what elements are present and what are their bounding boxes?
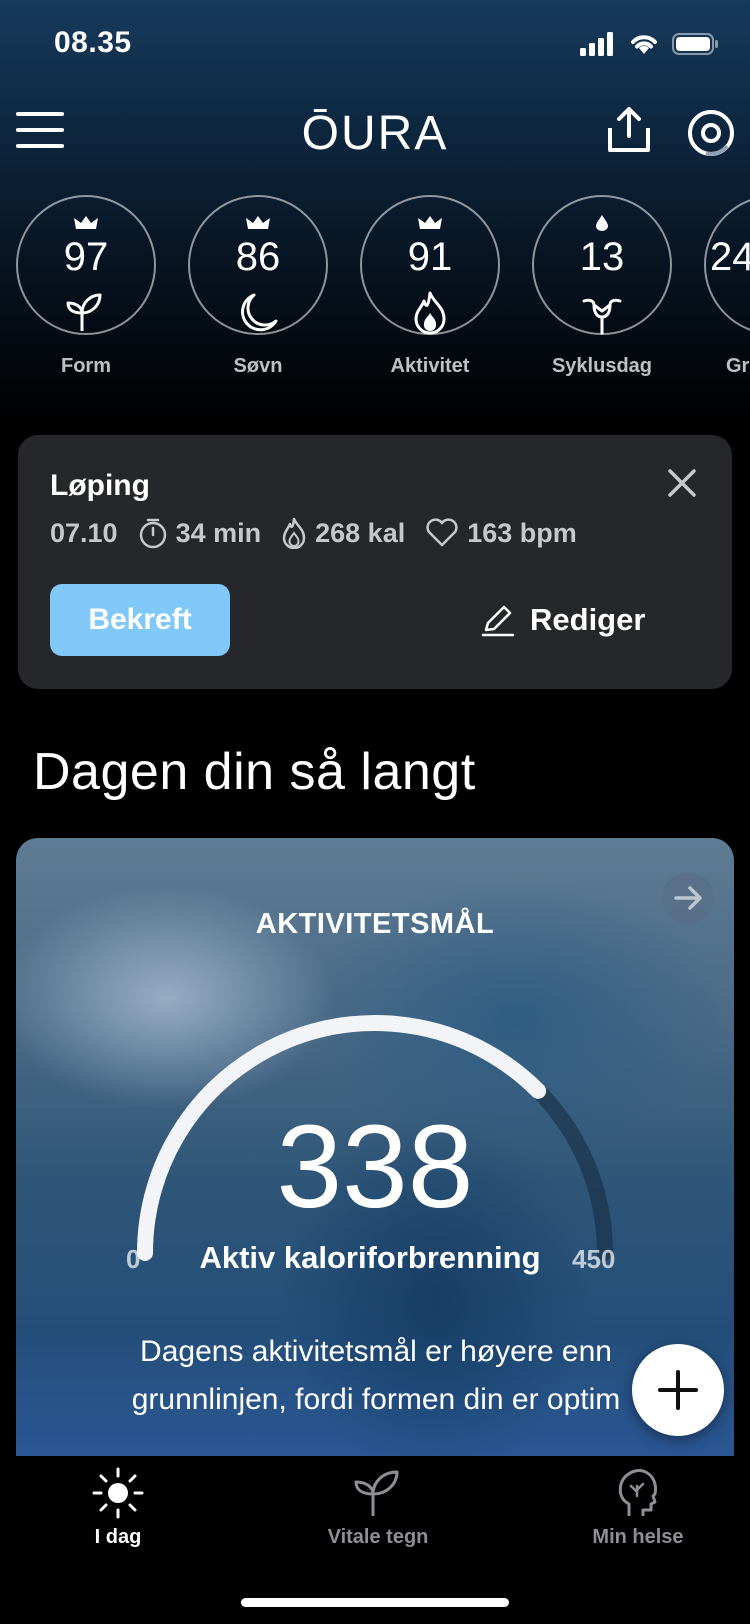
- status-icons: [580, 32, 720, 56]
- add-button[interactable]: [632, 1344, 724, 1436]
- score-partial[interactable]: 24 Gr: [704, 195, 750, 385]
- score-value: 86: [235, 235, 281, 279]
- gauge-max: 450: [572, 1244, 616, 1274]
- score-label: Søvn: [233, 355, 283, 377]
- crown-icon: [74, 216, 98, 229]
- battery-icon: [672, 33, 718, 55]
- status-bar: 08.35: [0, 0, 750, 90]
- workout-time-text: 07.10: [50, 517, 118, 548]
- confirm-button[interactable]: Bekreft: [50, 584, 230, 656]
- pencil-icon: [481, 605, 515, 637]
- workout-calories-text: 268 kal: [315, 517, 406, 548]
- nav-item-vitals[interactable]: Vitale tegn: [278, 1466, 478, 1549]
- heart-icon: [426, 518, 458, 547]
- score-sleep[interactable]: 86 Søvn: [188, 195, 328, 385]
- app-header: ŌURA: [0, 100, 750, 170]
- score-carousel[interactable]: 97 Form 86 Søvn 91 Aktivitet 13 Syklusda…: [0, 195, 750, 395]
- ring-icon[interactable]: [686, 108, 736, 158]
- nav-item-today[interactable]: I dag: [18, 1466, 218, 1549]
- score-label: Gr: [726, 355, 750, 377]
- flame-icon: [282, 517, 306, 549]
- section-title: Dagen din så langt: [33, 743, 476, 801]
- edit-button[interactable]: Rediger: [480, 584, 645, 656]
- activity-goal-label: AKTIVITETSMÅL: [255, 908, 495, 940]
- home-indicator: [241, 1598, 509, 1607]
- workout-card: Løping 07.10 34 min 268 kal 163 bpm Bekr…: [18, 435, 732, 689]
- workout-time: 07.10: [50, 518, 118, 549]
- score-activity[interactable]: 91 Aktivitet: [360, 195, 500, 385]
- workout-duration: 34 min: [138, 517, 262, 549]
- sprout-icon: [354, 1470, 399, 1516]
- crown-icon: [246, 216, 270, 229]
- nav-label-health: Min helse: [592, 1526, 684, 1548]
- signal-icon: [580, 32, 613, 56]
- score-value: 24: [710, 235, 750, 279]
- status-time: 08.35: [54, 26, 132, 59]
- moon-icon: [241, 293, 278, 332]
- nav-label-vitals: Vitale tegn: [327, 1526, 429, 1548]
- score-value: 97: [63, 235, 109, 279]
- score-cycle[interactable]: 13 Syklusdag: [532, 195, 672, 385]
- nav-label-today: I dag: [94, 1526, 142, 1548]
- edit-label: Rediger: [530, 602, 646, 637]
- sprout-icon: [66, 293, 102, 331]
- crown-icon: [418, 216, 442, 229]
- score-form[interactable]: 97 Form: [16, 195, 156, 385]
- score-label: Form: [61, 355, 111, 377]
- wifi-icon: [631, 35, 657, 54]
- activity-value: 338: [276, 1101, 474, 1233]
- uterus-icon: [582, 298, 622, 335]
- activity-goal-card[interactable]: AKTIVITETSMÅL 338 0 Aktiv kaloriforbrenn…: [16, 838, 734, 1458]
- score-value: 91: [407, 235, 453, 279]
- nav-item-health[interactable]: Min helse: [538, 1466, 738, 1549]
- plus-icon: [658, 1370, 698, 1410]
- head-icon: [618, 1469, 657, 1516]
- timer-icon: [139, 518, 166, 549]
- score-value: 13: [579, 235, 625, 279]
- workout-calories: 268 kal: [281, 517, 405, 549]
- activity-description: Dagens aktivitetsmål er høyere enn grunn…: [56, 1328, 696, 1424]
- workout-title: Løping: [50, 469, 150, 502]
- workout-meta: 07.10 34 min 268 kal 163 bpm: [50, 517, 597, 549]
- activity-caption: Aktiv kaloriforbrenning: [199, 1240, 541, 1275]
- share-icon[interactable]: [606, 106, 652, 154]
- close-icon[interactable]: [666, 467, 698, 499]
- description-line-1: Dagens aktivitetsmål er høyere enn: [140, 1335, 612, 1368]
- flame-icon: [414, 291, 446, 335]
- sun-icon: [92, 1467, 144, 1519]
- description-line-2: grunnlinjen, fordi formen din er optim: [131, 1383, 621, 1416]
- workout-heart-rate-text: 163 bpm: [467, 517, 577, 548]
- drop-icon: [596, 215, 608, 231]
- logo-text: ŌURA: [301, 107, 449, 160]
- workout-duration-text: 34 min: [175, 517, 262, 548]
- workout-heart-rate: 163 bpm: [425, 518, 577, 549]
- score-label: Syklusdag: [551, 355, 653, 377]
- score-label: Aktivitet: [390, 355, 470, 377]
